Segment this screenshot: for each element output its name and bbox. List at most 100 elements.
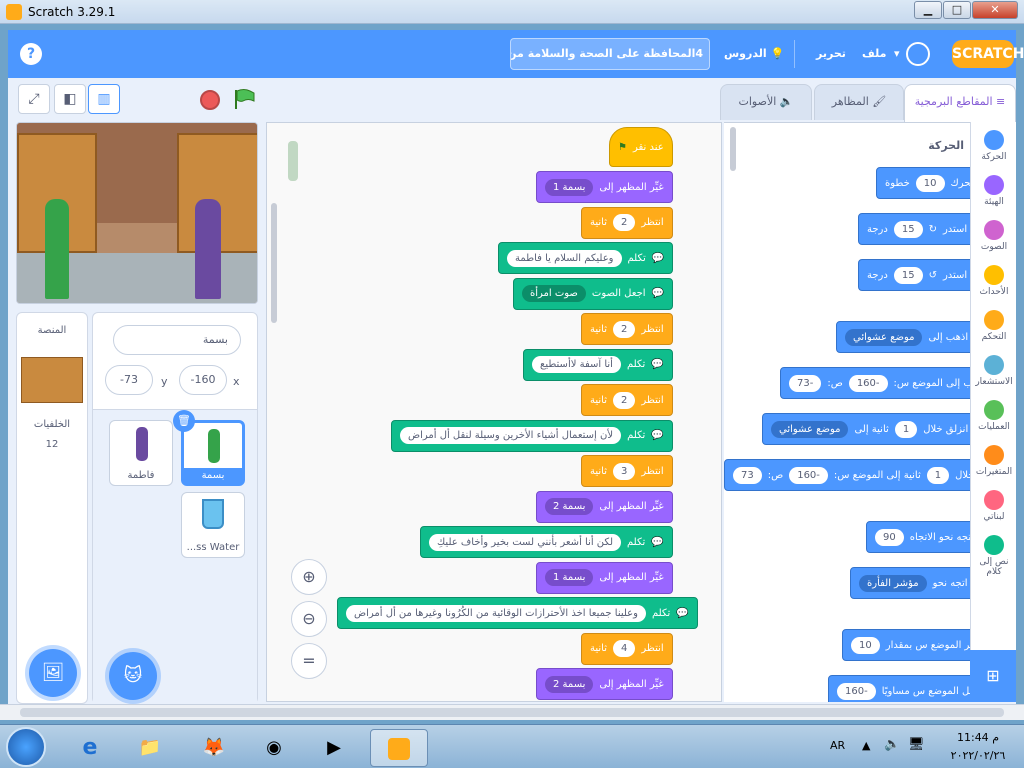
towards-target-dropdown[interactable]: مؤشر الفأرة [859, 574, 927, 592]
globe-icon[interactable] [906, 42, 930, 66]
script-block-ctrl[interactable]: انتظر 2 ثانية [581, 313, 673, 345]
backdrop-thumbnail[interactable] [21, 357, 83, 403]
direction-input[interactable]: 90 [875, 528, 904, 546]
sprite-fatima-on-stage[interactable] [195, 199, 221, 299]
change-x-block[interactable]: غيِّر الموضع س بمقدار 10 [842, 629, 970, 661]
script-block-looks[interactable]: غيِّر المظهر إلى بسمة 1 [536, 171, 673, 203]
costume-dropdown[interactable]: بسمة 1 [545, 569, 594, 586]
delete-sprite-icon[interactable]: 🗑 [173, 410, 195, 432]
network-icon[interactable]: 🖥 [908, 737, 925, 752]
chrome-icon[interactable]: ◉ [252, 729, 296, 767]
help-icon[interactable]: ? [20, 43, 42, 65]
sprite-thumb-fatima[interactable]: فاطمة [109, 420, 173, 486]
steps-input[interactable]: 10 [915, 174, 945, 192]
window-horizontal-scrollbar[interactable] [0, 704, 1024, 720]
goto-xy-block[interactable]: اذهب إلى الموضع س: -160 ص: -73 [780, 367, 970, 399]
x-input[interactable]: -160 [848, 374, 888, 392]
zoom-reset-icon[interactable]: = [291, 643, 327, 679]
script-scrollbar[interactable] [271, 203, 277, 323]
seconds-input[interactable]: 1 [894, 420, 918, 438]
y-input[interactable]: 73 [733, 466, 762, 484]
y-position-input[interactable]: -73 [105, 365, 153, 395]
script-area[interactable]: عند نقر ⚑ غيِّر المظهر إلى بسمة 1 انتظر 2 ثاني… [266, 122, 722, 702]
degrees-input[interactable]: 15 [893, 266, 923, 284]
seconds-input[interactable]: 2 [613, 320, 636, 338]
category-item[interactable]: الصوت [971, 220, 1017, 252]
script-block-event[interactable]: عند نقر ⚑ [609, 127, 673, 167]
seconds-input[interactable]: 4 [613, 640, 636, 657]
script-block-looks[interactable]: غيِّر المظهر إلى بسمة 1 [536, 561, 673, 594]
degrees-input[interactable]: 15 [893, 220, 923, 238]
category-item[interactable]: الحركة [971, 130, 1017, 162]
goto-block[interactable]: اذهب إلى موضع عشوائي [836, 321, 970, 353]
category-item[interactable]: لبناتي [971, 490, 1017, 522]
category-item[interactable]: نص إلى كلام [971, 535, 1017, 577]
tray-expand-icon[interactable]: ▲ [862, 739, 870, 752]
language-indicator[interactable]: AR [830, 739, 845, 752]
seconds-input[interactable]: 1 [926, 466, 950, 484]
costume-dropdown[interactable]: بسمة 2 [545, 498, 594, 515]
media-player-icon[interactable]: ▶ [312, 729, 356, 767]
seconds-input[interactable]: 2 [613, 214, 636, 231]
text-input[interactable]: وعليكم السلام يا فاطمة [507, 249, 622, 267]
start-button[interactable] [6, 727, 46, 767]
stage-canvas[interactable] [16, 122, 258, 304]
text-input[interactable]: أنا آسفة لاأستطيع [532, 356, 621, 373]
minimize-button[interactable]: ▁ [914, 1, 942, 19]
move-steps-block[interactable]: تحرك 10 خطوة [876, 167, 970, 199]
project-title-input[interactable]: 4المحافظة على الصحة والسلامة من ا... [510, 38, 710, 70]
glide-xy-block[interactable]: انزلق خلال 1 ثانية إلى الموضع س: -160 ص: 73 [724, 459, 970, 491]
text-input[interactable]: وعلينا جميعا اخذ الأحترازات الوقائية من … [346, 604, 646, 622]
volume-icon[interactable]: 🔈 [884, 737, 900, 752]
scroll-thumb[interactable] [20, 708, 1004, 717]
tab-code[interactable]: ≡ المقاطع البرمجية [904, 84, 1016, 122]
fullscreen-icon[interactable]: ⤢ [18, 84, 50, 114]
glide-target-dropdown[interactable]: موضع عشوائي [771, 420, 849, 438]
clock-time[interactable]: 11:44 م [948, 731, 1008, 744]
add-backdrop-icon[interactable]: 🖼 [29, 649, 77, 697]
zoom-out-icon[interactable]: ⊖ [291, 601, 327, 637]
script-block-ctrl[interactable]: انتظر 2 ثانية [581, 206, 673, 239]
script-block-ext[interactable]: 💬 اجعل الصوت صوت امرأة [513, 277, 673, 310]
turn-right-block[interactable]: استدر ↻ 15 درجة [858, 213, 970, 245]
tutorials-menu[interactable]: الدروس 💡 [724, 47, 784, 60]
script-block-ctrl[interactable]: انتظر 4 ثانية [581, 632, 673, 665]
seconds-input[interactable]: 2 [613, 391, 636, 409]
glide-block[interactable]: انزلق خلال 1 ثانية إلى موضع عشوائي [762, 413, 970, 445]
change-x-input[interactable]: 10 [851, 636, 880, 654]
small-stage-button[interactable]: ◧ [54, 84, 86, 114]
script-block-ctrl[interactable]: انتظر 3 ثانية [581, 455, 673, 487]
sprite-thumb-basma[interactable]: بسمة [181, 420, 245, 486]
script-block-ext[interactable]: 💬 تكلم وعلينا جميعا اخذ الأحترازات الوقائي… [337, 597, 698, 629]
green-flag-icon[interactable] [232, 88, 256, 110]
y-input[interactable]: -73 [789, 374, 822, 392]
category-item[interactable]: العمليات [971, 400, 1017, 432]
zoom-in-icon[interactable]: ⊕ [291, 559, 327, 595]
costume-dropdown[interactable]: بسمة 2 [545, 675, 594, 693]
scratch-logo[interactable]: SCRATCH [952, 40, 1024, 68]
x-position-input[interactable]: -160 [179, 365, 227, 395]
internet-explorer-icon[interactable]: e [68, 729, 112, 767]
category-item[interactable]: الهيئة [971, 175, 1017, 207]
category-item[interactable]: الاستشعار [971, 355, 1017, 387]
sprite-thumb-water[interactable]: ...ss Water [181, 492, 245, 558]
palette-scrollbar[interactable] [730, 127, 736, 171]
add-extension-icon[interactable]: ⊞ [970, 650, 1016, 702]
add-sprite-icon[interactable]: 🐱 [109, 652, 157, 700]
point-towards-block[interactable]: اتجه نحو مؤشر الفأرة [850, 567, 970, 599]
sprite-name-input[interactable]: بسمة [113, 325, 241, 355]
file-explorer-icon[interactable]: 📁 [128, 729, 172, 767]
script-block-looks[interactable]: غيِّر المظهر إلى بسمة 2 [536, 668, 673, 700]
text-input[interactable]: لأن إستعمال أشياء الأخرين وسيلة لنقل أل … [400, 427, 622, 444]
category-item[interactable]: التحكم [971, 310, 1017, 342]
script-block-ext[interactable]: 💬 تكلم أنا آسفة لاأستطيع [523, 348, 673, 381]
tab-costumes[interactable]: 🖌 المظاهر [814, 84, 904, 120]
set-x-input[interactable]: -160 [837, 682, 876, 700]
script-block-looks[interactable]: غيِّر المظهر إلى بسمة 2 [536, 490, 673, 523]
file-menu[interactable]: ملف [862, 47, 886, 60]
text-input[interactable]: صوت امرأة [522, 285, 586, 302]
x-input[interactable]: -160 [789, 466, 828, 484]
edit-menu[interactable]: تحرير [816, 47, 846, 60]
large-stage-button[interactable]: ▥ [88, 84, 120, 114]
maximize-button[interactable]: □ [943, 1, 971, 19]
